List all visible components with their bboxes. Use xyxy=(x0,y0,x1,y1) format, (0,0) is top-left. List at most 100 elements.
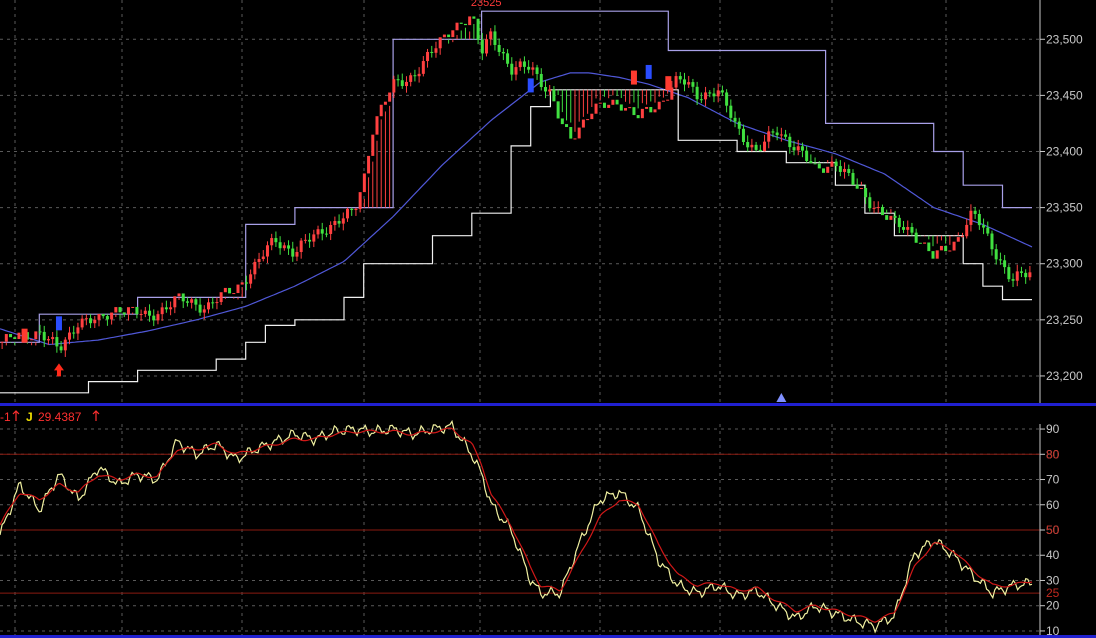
signal-marker xyxy=(527,78,534,93)
candle-body xyxy=(973,210,977,214)
candle-body xyxy=(362,173,366,193)
candle-body xyxy=(223,287,227,293)
candle-body xyxy=(38,331,42,333)
candle-body xyxy=(590,113,594,120)
candle-body xyxy=(312,234,316,242)
candle-body xyxy=(480,39,484,54)
candle-body xyxy=(821,168,825,173)
candle-body xyxy=(645,106,649,109)
candle-body xyxy=(960,236,964,238)
candle-body xyxy=(784,134,788,137)
reference-label: 50 xyxy=(1046,523,1060,537)
candle-body xyxy=(624,108,628,111)
candle-body xyxy=(792,147,796,151)
candle-body xyxy=(834,161,838,167)
candle-body xyxy=(426,51,430,62)
candle-body xyxy=(969,210,973,225)
candle-body xyxy=(333,221,337,225)
candle-body xyxy=(463,23,467,26)
candle-body xyxy=(788,136,792,148)
candle-body xyxy=(687,82,691,85)
candle-body xyxy=(741,128,745,143)
candle-body xyxy=(265,245,269,257)
candle-body xyxy=(1028,272,1032,278)
candle-body xyxy=(46,339,50,341)
candle-body xyxy=(249,274,253,284)
candle-body xyxy=(935,250,939,259)
candle-body xyxy=(455,22,459,31)
candle-body xyxy=(1007,267,1011,280)
candle-body xyxy=(746,142,750,148)
legend-value-j: 29.4387 xyxy=(38,410,82,424)
candle-body xyxy=(965,224,969,237)
candle-body xyxy=(308,239,312,242)
candle-body xyxy=(404,81,408,87)
candle-body xyxy=(720,90,724,93)
candle-body xyxy=(855,184,859,189)
candle-body xyxy=(914,232,918,243)
y-tick-label: 40 xyxy=(1046,548,1060,562)
candle-body xyxy=(148,310,152,316)
candle-body xyxy=(118,307,122,313)
candle-body xyxy=(619,104,623,111)
candle-body xyxy=(0,341,4,343)
candle-body xyxy=(771,131,775,133)
candle-body xyxy=(211,302,215,304)
candle-body xyxy=(320,229,324,234)
candle-body xyxy=(666,99,670,101)
candle-body xyxy=(531,67,535,70)
candle-body xyxy=(421,61,425,74)
candle-body xyxy=(737,121,741,129)
candle-body xyxy=(4,334,8,342)
candle-body xyxy=(699,99,703,101)
candle-body xyxy=(569,127,573,139)
candle-body xyxy=(400,80,404,87)
candle-body xyxy=(729,105,733,118)
candle-body xyxy=(843,168,847,172)
reference-label: 25 xyxy=(1046,586,1060,600)
candle-body xyxy=(282,245,286,249)
candle-body xyxy=(383,101,387,105)
candle-body xyxy=(725,92,729,106)
candle-body xyxy=(55,337,59,347)
candle-body xyxy=(244,282,248,284)
candle-body xyxy=(379,104,383,117)
candle-body xyxy=(42,331,46,341)
candle-body xyxy=(438,37,442,49)
candle-body xyxy=(918,242,922,244)
candle-body xyxy=(409,75,413,82)
candle-body xyxy=(143,310,147,314)
candle-body xyxy=(750,144,754,148)
candle-body xyxy=(948,250,952,252)
legend-value-prev: -1 xyxy=(0,410,11,424)
candle-body xyxy=(72,332,76,334)
candle-body xyxy=(447,34,451,38)
candle-body xyxy=(485,39,489,54)
candle-body xyxy=(240,282,244,285)
candle-body xyxy=(923,242,927,244)
candle-body xyxy=(594,103,598,114)
candle-body xyxy=(826,166,830,173)
candle-body xyxy=(708,92,712,94)
candle-body xyxy=(501,51,505,54)
candle-body xyxy=(219,292,223,303)
candle-body xyxy=(939,245,943,251)
candle-body xyxy=(375,116,379,135)
candle-body xyxy=(236,284,240,294)
candle-body xyxy=(994,249,998,260)
candle-body xyxy=(573,138,577,140)
candle-body xyxy=(813,163,817,165)
candle-body xyxy=(716,90,720,97)
candle-body xyxy=(257,259,261,262)
candle-body xyxy=(518,61,522,68)
candle-body xyxy=(371,134,375,156)
candle-body xyxy=(944,245,948,252)
candle-body xyxy=(295,252,299,257)
candle-body xyxy=(164,307,168,310)
candle-body xyxy=(674,76,678,88)
candle-body xyxy=(986,227,990,234)
candle-body xyxy=(173,296,177,308)
candle-body xyxy=(657,101,661,110)
candle-body xyxy=(864,188,868,198)
candle-body xyxy=(299,240,303,253)
